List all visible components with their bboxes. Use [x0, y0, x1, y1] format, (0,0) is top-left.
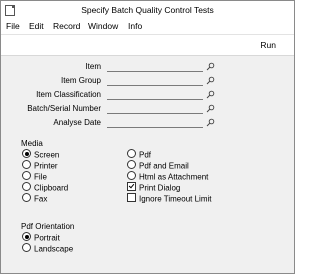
radio-icon	[22, 160, 31, 170]
paste-special-icon[interactable]	[206, 76, 215, 85]
radio-icon	[127, 149, 136, 159]
checkbox-icon	[127, 193, 136, 203]
radio-icon	[22, 193, 31, 203]
item-label: Item	[85, 62, 101, 71]
media-fax-radio[interactable]: Fax	[22, 193, 47, 204]
radio-selected-icon	[22, 149, 31, 159]
media-html-attachment-radio[interactable]: Html as Attachment	[127, 171, 208, 182]
button-bar: Run	[1, 35, 294, 56]
menu-edit[interactable]: Edit	[29, 21, 44, 31]
item-classification-label: Item Classification	[36, 90, 101, 99]
item-field[interactable]	[107, 62, 203, 72]
paste-special-icon[interactable]	[206, 104, 215, 113]
window-title: Specify Batch Quality Control Tests	[81, 5, 214, 15]
checkbox-checked-icon	[127, 182, 136, 192]
title-bar[interactable]: Specify Batch Quality Control Tests	[1, 1, 294, 19]
print-dialog-checkbox[interactable]: Print Dialog	[127, 182, 180, 193]
media-file-radio[interactable]: File	[22, 171, 47, 182]
media-pdf-email-radio[interactable]: Pdf and Email	[127, 160, 189, 171]
menu-window[interactable]: Window	[88, 21, 118, 31]
menu-bar: File Edit Record Window Info	[1, 19, 294, 35]
analyse-date-field[interactable]	[107, 118, 203, 128]
radio-icon	[22, 182, 31, 192]
report-window: Specify Batch Quality Control Tests File…	[0, 0, 295, 274]
batch-serial-label: Batch/Serial Number	[27, 104, 101, 113]
radio-icon	[22, 243, 31, 253]
menu-record[interactable]: Record	[53, 21, 80, 31]
paste-special-icon[interactable]	[206, 62, 215, 71]
radio-selected-icon	[22, 232, 31, 242]
menu-info[interactable]: Info	[128, 21, 142, 31]
media-pdf-radio[interactable]: Pdf	[127, 149, 151, 160]
orientation-landscape-radio[interactable]: Landscape	[22, 243, 73, 254]
item-group-field[interactable]	[107, 76, 203, 86]
item-classification-field[interactable]	[107, 90, 203, 100]
batch-serial-field[interactable]	[107, 104, 203, 114]
radio-icon	[22, 171, 31, 181]
analyse-date-label: Analyse Date	[53, 118, 101, 127]
pdf-orientation-title: Pdf Orientation	[21, 222, 75, 231]
ignore-timeout-checkbox[interactable]: Ignore Timeout Limit	[127, 193, 211, 204]
orientation-portrait-radio[interactable]: Portrait	[22, 232, 60, 243]
media-title: Media	[21, 139, 43, 148]
media-screen-radio[interactable]: Screen	[22, 149, 59, 160]
menu-file[interactable]: File	[6, 21, 20, 31]
media-printer-radio[interactable]: Printer	[22, 160, 58, 171]
item-group-label: Item Group	[60, 76, 101, 85]
paste-special-icon[interactable]	[206, 118, 215, 127]
run-button[interactable]: Run	[260, 40, 276, 50]
paste-special-icon[interactable]	[206, 90, 215, 99]
media-clipboard-radio[interactable]: Clipboard	[22, 182, 68, 193]
radio-icon	[127, 171, 136, 181]
radio-icon	[127, 160, 136, 170]
